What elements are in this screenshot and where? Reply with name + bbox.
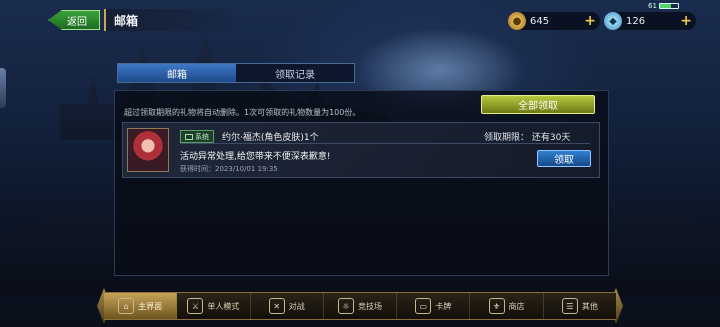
system-tag-label: 系统 — [195, 132, 209, 141]
crystal-icon: ◆ — [604, 12, 622, 30]
nav-solo-label: 单人模式 — [207, 301, 240, 311]
mail-tabs: 邮箱 领取记录 — [117, 63, 355, 83]
add-gold-button[interactable]: + — [584, 14, 596, 28]
nav-cards-label: 卡牌 — [435, 301, 452, 311]
bottom-nav: ⌂ 主界面 ⚔ 单人模式 ✕ 对战 ☼ 竞技场 ▭ 卡牌 ⚜ 商店 ☰ 其他 — [104, 292, 616, 320]
shop-icon: ⚜ — [488, 298, 505, 314]
claim-button[interactable]: 领取 — [537, 150, 591, 167]
nav-solo[interactable]: ⚔ 单人模式 — [177, 293, 251, 319]
nav-arena[interactable]: ☼ 竞技场 — [324, 293, 398, 319]
arena-icon: ☼ — [337, 298, 354, 314]
nav-home[interactable]: ⌂ 主界面 — [104, 293, 178, 319]
nav-other-label: 其他 — [581, 301, 598, 311]
divider — [180, 143, 590, 144]
nav-cards[interactable]: ▭ 卡牌 — [397, 293, 471, 319]
mail-expire: 领取期限： 还有30天 — [484, 133, 571, 143]
gold-value: 645 — [530, 15, 550, 27]
battery-icon — [658, 3, 679, 9]
cards-icon: ▭ — [415, 298, 432, 314]
claim-all-button[interactable]: 全部领取 — [481, 95, 595, 114]
gem-counter: ◆ 126 + — [604, 12, 696, 30]
add-gem-button[interactable]: + — [680, 14, 692, 28]
mail-notice: 超过领取期限的礼物将自动删除。1次可领取的礼物数量为100份。 — [124, 108, 361, 117]
nav-shop-label: 商店 — [508, 301, 525, 311]
side-handle[interactable] — [0, 68, 6, 108]
more-icon: ☰ — [561, 298, 578, 314]
mail-body: 活动异常处理,给您带来不便深表歉意! — [180, 152, 331, 162]
crossed-swords-icon: ✕ — [268, 298, 285, 314]
mail-date: 获得时间：2023/10/01 19:35 — [180, 165, 278, 173]
system-tag: 系统 — [180, 130, 214, 143]
nav-battle-label: 对战 — [288, 301, 305, 311]
home-icon: ⌂ — [118, 298, 135, 314]
nav-battle[interactable]: ✕ 对战 — [251, 293, 324, 319]
nav-shop[interactable]: ⚜ 商店 — [470, 293, 544, 319]
nav-arena-label: 竞技场 — [357, 301, 382, 311]
mail-subject: 约尔·福杰(角色皮肤)1个 — [222, 133, 319, 143]
battery-text: 61 — [648, 2, 657, 10]
nav-home-label: 主界面 — [138, 301, 163, 311]
tab-mailbox[interactable]: 邮箱 — [118, 64, 236, 82]
reward-avatar — [127, 128, 169, 172]
nav-other[interactable]: ☰ 其他 — [544, 293, 616, 319]
tab-claim-history[interactable]: 领取记录 — [236, 64, 354, 82]
battery-indicator: 61 — [648, 2, 679, 10]
page-title: 邮箱 — [104, 9, 232, 31]
gold-coin-icon: ● — [508, 12, 526, 30]
gem-value: 126 — [626, 15, 646, 27]
gold-counter: ● 645 + — [508, 12, 600, 30]
monitor-icon — [185, 133, 193, 140]
sword-icon: ⚔ — [187, 298, 204, 314]
